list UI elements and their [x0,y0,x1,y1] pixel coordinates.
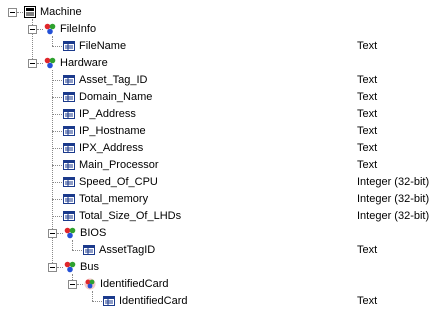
field-icon [63,142,75,154]
tree-node-label: IdentifiedCard [119,295,188,307]
tree-connector-line [52,46,62,47]
tree-node-label: Speed_Of_CPU [79,176,158,188]
tree-node-label: Hardware [60,57,108,69]
tree-connector-line [52,165,62,166]
field-icon [63,194,75,204]
field-icon [63,75,75,85]
field-icon [63,108,75,120]
tree-node-type: Integer (32-bit) [357,176,430,188]
link-group-icon [64,227,76,239]
tree-node-label: IP_Address [79,108,136,120]
tree-row[interactable] [0,276,439,293]
field-icon [63,176,75,188]
collapse-toggle-icon[interactable] [28,59,37,68]
tree-connector-line [17,12,23,13]
tree-node-label: Main_Processor [79,159,159,171]
tree-node-label: Total_memory [79,193,149,205]
tree-connector-line [52,216,62,217]
link-card-icon [84,278,96,290]
field-icon [63,74,75,86]
link-group-icon [64,261,76,273]
field-icon [63,126,75,136]
link-card-icon [84,278,96,290]
collapse-toggle-icon[interactable] [68,280,77,289]
tree-node-label: FileName [79,40,127,52]
link-group-icon [64,261,76,273]
tree-connector-line [52,97,62,98]
field-icon [63,91,75,103]
tree-connector-line [72,250,82,251]
tree-view[interactable]: Machine FileInfo FileName Text Hardware Asset… [0,0,439,317]
tree-connector-line [37,63,43,64]
field-icon [63,143,75,153]
tree-node-type: Integer (32-bit) [357,193,430,205]
field-icon [63,92,75,102]
tree-node-label: Asset_Tag_ID [79,74,148,86]
tree-node-label: Total_Size_Of_LHDs [79,210,182,222]
tree-node-type: Text [357,74,378,86]
tree-connector-line [52,182,62,183]
field-icon [63,160,75,170]
field-icon [63,159,75,171]
table-icon [24,6,36,18]
field-icon [63,193,75,205]
field-icon [103,295,115,307]
field-icon [63,210,75,222]
field-icon [63,211,75,221]
field-icon [83,245,95,255]
tree-connector-line [37,29,43,30]
tree-node-type: Integer (32-bit) [357,210,430,222]
tree-node-label: FileInfo [60,23,97,35]
tree-connector-line [52,114,62,115]
field-icon [63,40,75,52]
tree-node-label: IP_Hostname [79,125,146,137]
tree-node-type: Text [357,244,378,256]
tree-node-label: IdentifiedCard [100,278,169,290]
tree-node-type: Text [357,108,378,120]
tree-node-label: BIOS [80,227,107,239]
table-icon [24,6,36,18]
field-icon [63,109,75,119]
field-icon [103,296,115,306]
field-icon [63,41,75,51]
link-group-icon [44,23,56,35]
link-group-icon [44,23,56,35]
tree-node-type: Text [357,142,378,154]
tree-node-label: Domain_Name [79,91,153,103]
tree-node-label: IPX_Address [79,142,144,154]
link-group-icon [64,227,76,239]
field-icon [63,177,75,187]
tree-node-type: Text [357,91,378,103]
field-icon [63,125,75,137]
field-icon [83,244,95,256]
tree-connector-line [52,148,62,149]
tree-connector-line [57,267,63,268]
tree-node-type: Text [357,125,378,137]
tree-connector-line [52,199,62,200]
tree-connector-line [52,80,62,81]
collapse-toggle-icon[interactable] [28,25,37,34]
collapse-toggle-icon[interactable] [8,8,17,17]
tree-connector-line [92,301,102,302]
collapse-toggle-icon[interactable] [48,229,57,238]
tree-node-label: AssetTagID [99,244,156,256]
link-group-icon [44,57,56,69]
tree-node-type: Text [357,295,378,307]
collapse-toggle-icon[interactable] [48,263,57,272]
link-group-icon [44,57,56,69]
tree-node-type: Text [357,159,378,171]
tree-node-label: Machine [40,6,82,18]
tree-connector-line [57,233,63,234]
tree-connector-line [77,284,83,285]
tree-connector-line [52,131,62,132]
tree-node-label: Bus [80,261,99,273]
tree-node-type: Text [357,40,378,52]
